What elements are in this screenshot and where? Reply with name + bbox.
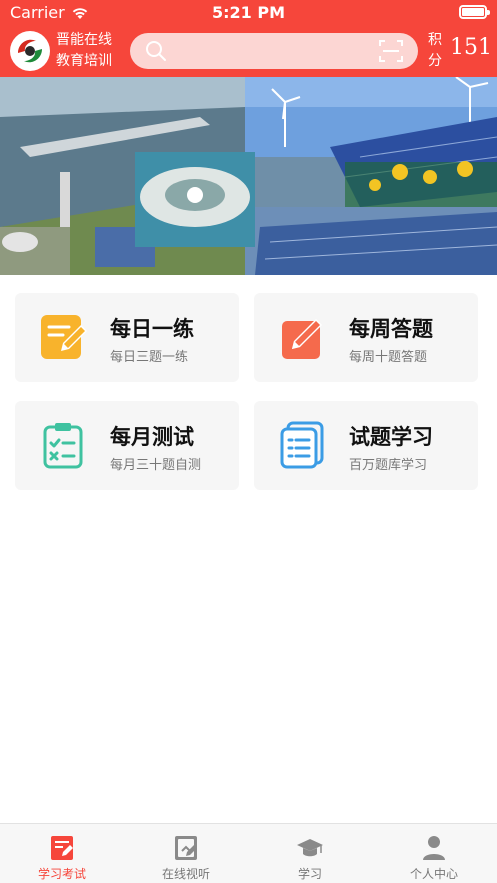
brand-line-1: 晋能在线 [56,32,112,48]
tab-label: 个人中心 [409,867,458,881]
graduation-cap-icon [297,839,323,857]
status-time: 5:21 PM [211,3,285,22]
exam-icon [51,836,73,860]
card-title: 每月测试 [110,425,194,449]
card-monthly-test[interactable]: 每月测试 每月三十题自测 [15,401,239,490]
tab-study[interactable]: 学习 [248,824,372,883]
tab-bar: 学习考试 在线视听 学习 个人中心 [0,823,497,883]
search-input[interactable] [130,33,418,69]
document-stack-icon [280,421,324,469]
edit-note-icon [41,315,87,359]
card-weekly-quiz[interactable]: 每周答题 每周十题答题 [254,293,478,382]
person-icon [423,836,445,860]
clipboard-check-icon [43,423,83,469]
brand-name: 晋能在线 教育培训 [56,30,112,72]
card-title: 每日一练 [110,317,194,341]
points-label: 积 分 [428,30,444,72]
tab-label: 学习考试 [37,867,86,881]
energy-collage-image [0,77,497,275]
card-subtitle: 每周十题答题 [349,350,428,365]
pencil-box-icon [282,319,322,359]
search-icon [146,41,166,61]
tab-study-exam[interactable]: 学习考试 [0,824,124,883]
card-title: 每周答题 [349,317,433,341]
points-label-char-1: 积 [428,32,442,48]
tab-online-video[interactable]: 在线视听 [124,824,248,883]
app-header: Carrier 5:21 PM 晋能在线 教育培训 积 分 151 [0,0,497,77]
points-label-char-2: 分 [428,53,442,69]
card-subtitle: 百万题库学习 [349,458,428,473]
card-subtitle: 每月三十题自测 [110,458,202,473]
tab-personal-center[interactable]: 个人中心 [372,824,496,883]
brand-line-2: 教育培训 [56,53,112,69]
battery-icon [459,5,490,19]
tab-label: 在线视听 [161,867,210,881]
app-logo[interactable] [10,31,50,71]
card-title: 试题学习 [349,425,433,449]
scan-icon[interactable] [378,39,404,63]
card-subtitle: 每日三题一练 [110,350,189,365]
card-daily-practice[interactable]: 每日一练 每日三题一练 [15,293,239,382]
card-question-study[interactable]: 试题学习 百万题库学习 [254,401,478,490]
points-value[interactable]: 151 [450,35,492,60]
tab-label: 学习 [297,867,322,881]
status-bar: Carrier 5:21 PM [0,0,497,24]
video-icon [175,836,197,860]
banner-image[interactable] [0,77,497,275]
